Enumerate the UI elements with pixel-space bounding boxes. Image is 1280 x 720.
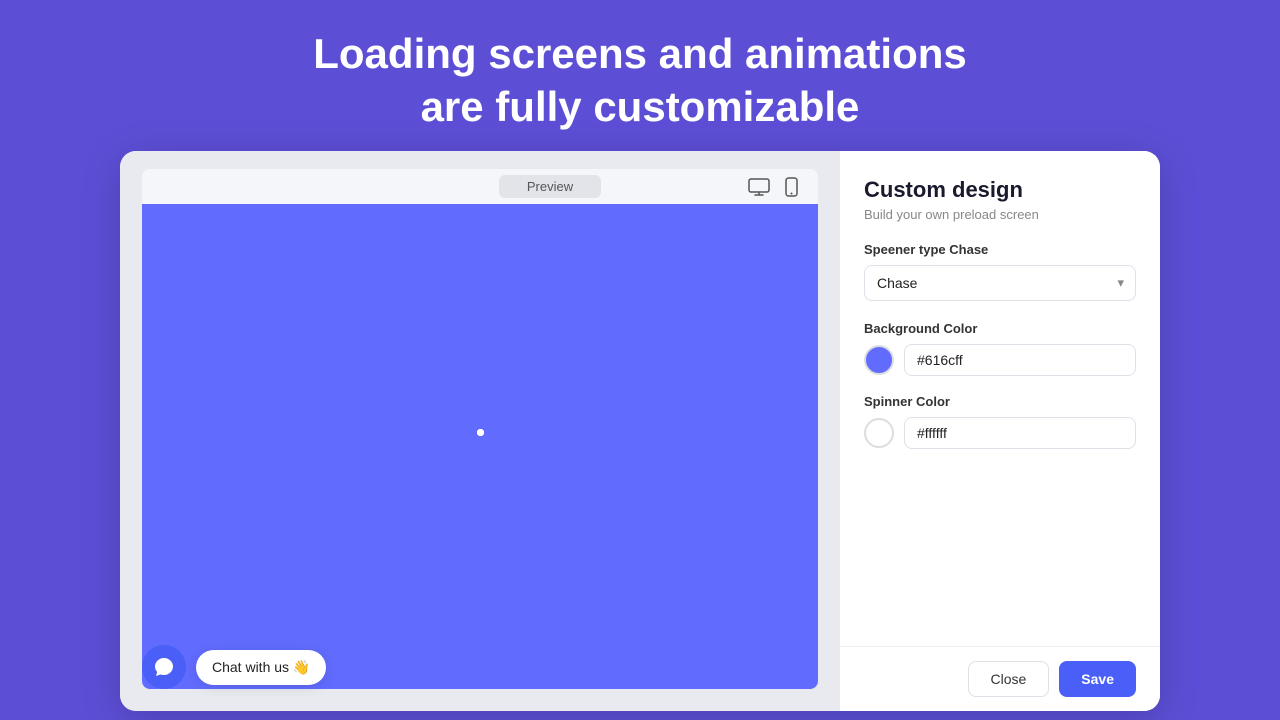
bg-color-input[interactable] — [904, 344, 1136, 376]
chat-bubble[interactable]: Chat with us 👋 — [196, 650, 326, 685]
monitor-icon-btn[interactable] — [746, 176, 772, 198]
spinner-type-label: Speener type Chase — [864, 242, 1136, 257]
save-button[interactable]: Save — [1059, 661, 1136, 697]
chat-open-button[interactable] — [142, 645, 186, 689]
design-panel-subtitle: Build your own preload screen — [864, 207, 1136, 222]
spinner-type-select[interactable]: Chase Ring Bounce Fade — [864, 265, 1136, 301]
design-panel: Custom design Build your own preload scr… — [840, 151, 1160, 711]
spinner-color-row — [864, 417, 1136, 449]
hero-title-line1: Loading screens and animations — [313, 30, 966, 77]
spinner-type-select-wrapper: Chase Ring Bounce Fade ▾ — [864, 265, 1136, 301]
preview-tab[interactable]: Preview — [499, 175, 601, 198]
design-panel-title: Custom design — [864, 177, 1136, 203]
preview-panel: Preview — [120, 151, 840, 711]
spinner-color-input[interactable] — [904, 417, 1136, 449]
bg-color-label: Background Color — [864, 321, 1136, 336]
spinner-color-swatch[interactable] — [864, 418, 894, 448]
main-card: Preview — [120, 151, 1160, 711]
close-button[interactable]: Close — [968, 661, 1050, 697]
chat-widget: Chat with us 👋 — [142, 645, 326, 689]
chase-spinner — [462, 429, 498, 465]
preview-icons — [746, 176, 804, 198]
bg-color-row — [864, 344, 1136, 376]
preview-topbar: Preview — [142, 169, 818, 204]
mobile-icon-btn[interactable] — [778, 176, 804, 198]
bg-color-swatch[interactable] — [864, 345, 894, 375]
hero-title-line2: are fully customizable — [421, 83, 860, 130]
panel-footer: Close Save — [840, 646, 1160, 711]
preview-screen — [142, 204, 818, 689]
spinner-color-label: Spinner Color — [864, 394, 1136, 409]
hero-title: Loading screens and animations are fully… — [273, 28, 1006, 133]
